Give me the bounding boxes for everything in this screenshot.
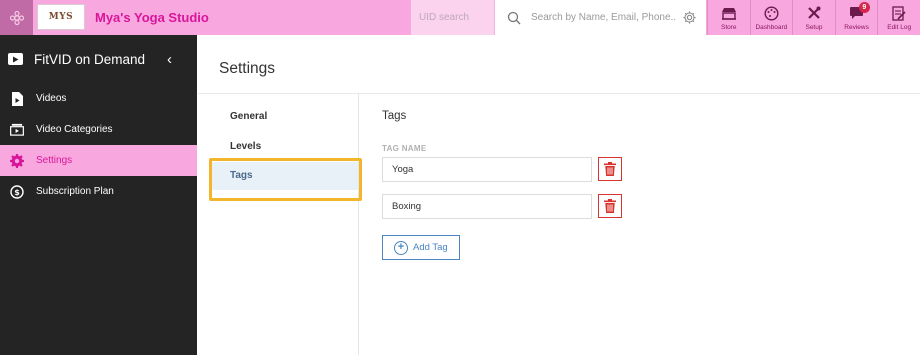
store-label: Store — [721, 24, 737, 31]
edit-log-button[interactable]: Edit Log — [877, 0, 920, 35]
settings-subnav: General Levels Tags — [198, 94, 359, 355]
tab-levels[interactable]: Levels — [210, 133, 358, 161]
svg-text:$: $ — [14, 188, 20, 197]
delete-tag-button[interactable] — [598, 157, 622, 181]
search-icon — [505, 9, 523, 27]
tag-name-input[interactable] — [382, 194, 592, 219]
reviews-count-badge: 9 — [858, 2, 870, 13]
play-icon — [8, 53, 23, 65]
app-menu-button[interactable] — [0, 0, 33, 35]
sidebar-item-label: Subscription Plan — [36, 186, 114, 197]
delete-tag-button[interactable] — [598, 194, 622, 218]
setup-button[interactable]: Setup — [792, 0, 835, 35]
sidebar-item-video-categories[interactable]: Video Categories — [0, 114, 197, 145]
page-title: Settings — [219, 60, 276, 77]
edit-log-label: Edit Log — [887, 24, 912, 31]
flower-icon — [9, 10, 24, 25]
reviews-button[interactable]: 9 Reviews — [834, 0, 878, 35]
top-nav: Store Dashboard Setup 9 Reviews Edit Log — [707, 0, 920, 35]
sidebar-item-label: Video Categories — [36, 124, 113, 135]
reviews-label: Reviews — [844, 24, 869, 31]
add-tag-label: Add Tag — [413, 242, 448, 253]
logo-text: MYS — [48, 12, 74, 22]
setup-label: Setup — [805, 24, 823, 31]
tags-tab-highlight-box — [209, 158, 362, 201]
main-search-box — [495, 0, 706, 35]
sidebar-item-videos[interactable]: Videos — [0, 83, 197, 114]
trash-icon — [604, 162, 616, 176]
video-file-icon — [10, 91, 24, 106]
store-icon — [721, 5, 737, 21]
sidebar-item-subscription-plan[interactable]: $ Subscription Plan — [0, 176, 197, 207]
dashboard-button[interactable]: Dashboard — [749, 0, 793, 35]
search-settings-gear-icon[interactable] — [678, 10, 700, 25]
store-button[interactable]: Store — [707, 0, 750, 35]
video-categories-icon — [10, 123, 24, 137]
dashboard-icon — [764, 5, 779, 21]
tag-name-column-label: TAG NAME — [382, 144, 427, 153]
sidebar-title: FitVID on Demand — [34, 51, 146, 67]
edit-log-icon — [892, 5, 906, 21]
collapse-sidebar-chevron-icon[interactable]: ‹ — [167, 51, 172, 68]
sidebar-item-settings[interactable]: Settings — [0, 145, 197, 176]
sidebar-header: FitVID on Demand ‹ — [0, 35, 197, 83]
studio-name[interactable]: Mya's Yoga Studio — [95, 0, 209, 35]
dashboard-label: Dashboard — [755, 24, 788, 31]
studio-logo[interactable]: MYS — [37, 4, 85, 30]
uid-search-input[interactable] — [411, 0, 494, 35]
add-tag-button[interactable]: + Add Tag — [382, 235, 460, 260]
plus-circle-icon: + — [394, 240, 408, 255]
tag-name-input[interactable] — [382, 157, 592, 182]
gear-icon — [10, 153, 24, 168]
uid-search-box — [411, 0, 495, 35]
setup-icon — [807, 5, 821, 21]
sidebar-item-label: Settings — [36, 155, 73, 166]
trash-icon — [604, 199, 616, 213]
main-search-input[interactable] — [523, 1, 678, 34]
sidebar-item-label: Videos — [36, 93, 67, 104]
sidebar: FitVID on Demand ‹ Videos Video Categori… — [0, 35, 197, 355]
subscription-icon: $ — [10, 184, 24, 199]
tab-general[interactable]: General — [210, 103, 358, 131]
section-title: Tags — [382, 110, 407, 122]
